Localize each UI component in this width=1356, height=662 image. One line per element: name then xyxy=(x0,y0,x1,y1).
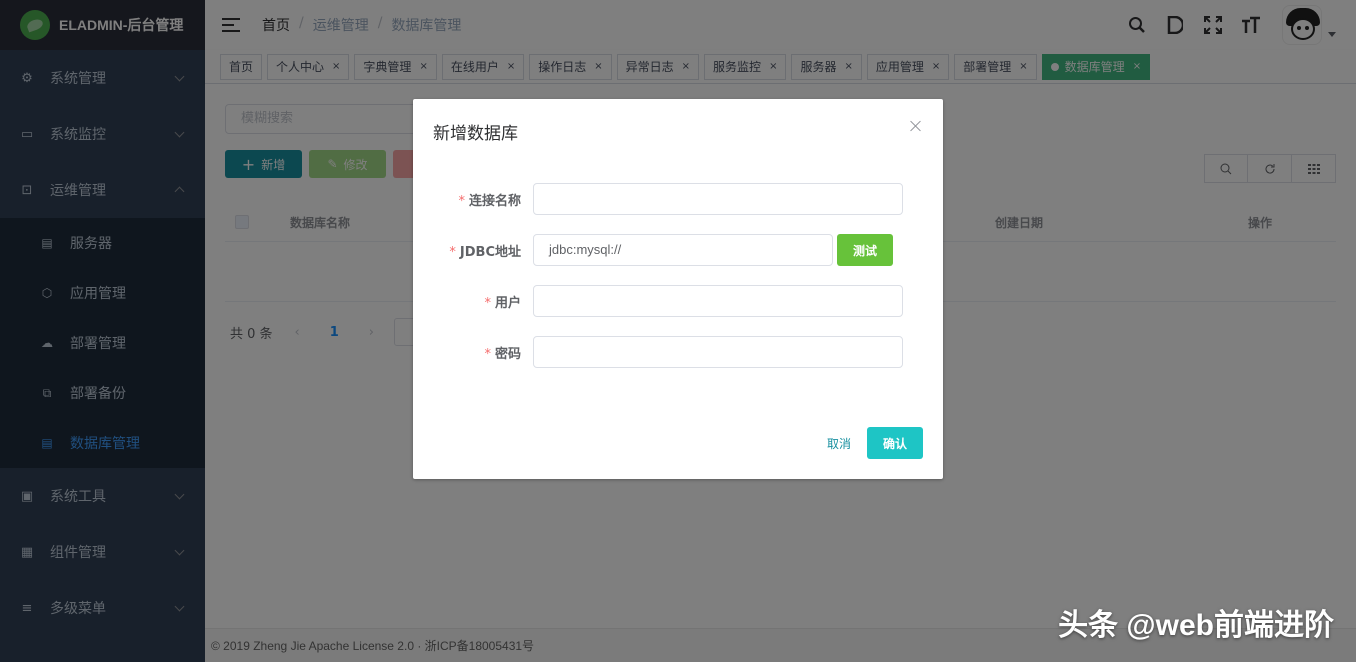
username-label: * 用户 xyxy=(484,292,521,311)
connection-name-label: * 连接名称 xyxy=(458,190,521,209)
watermark: 头条 @web前端进阶 xyxy=(1058,609,1334,642)
required-asterisk: * xyxy=(458,194,465,209)
form-row-connection-name: * 连接名称 xyxy=(413,183,943,215)
dialog-footer: 取消 确认 xyxy=(827,427,923,459)
label-text: JDBC地址 xyxy=(459,245,521,260)
form-row-jdbc-url: * JDBC地址 jdbc:mysql:// 测试 xyxy=(413,234,943,266)
jdbc-url-input[interactable]: jdbc:mysql:// xyxy=(533,234,833,266)
test-connection-button[interactable]: 测试 xyxy=(837,234,893,266)
add-database-dialog: 新增数据库 * 连接名称 * JDBC地址 jdbc:mysql:// 测试 * 用户… xyxy=(413,99,943,479)
password-label: * 密码 xyxy=(484,343,521,362)
label-text: 用户 xyxy=(494,296,521,311)
form-row-password: * 密码 xyxy=(413,336,943,368)
required-asterisk: * xyxy=(484,296,491,311)
username-input[interactable] xyxy=(533,285,903,317)
connection-name-input[interactable] xyxy=(533,183,903,215)
required-asterisk: * xyxy=(484,347,491,362)
label-text: 连接名称 xyxy=(468,194,521,209)
confirm-button[interactable]: 确认 xyxy=(867,427,923,459)
cancel-button[interactable]: 取消 xyxy=(827,435,851,452)
password-input[interactable] xyxy=(533,336,903,368)
form-row-username: * 用户 xyxy=(413,285,943,317)
dialog-title: 新增数据库 xyxy=(433,124,518,144)
label-text: 密码 xyxy=(494,347,521,362)
jdbc-url-label: * JDBC地址 xyxy=(449,241,521,260)
close-icon[interactable] xyxy=(909,119,923,133)
required-asterisk: * xyxy=(449,245,456,260)
